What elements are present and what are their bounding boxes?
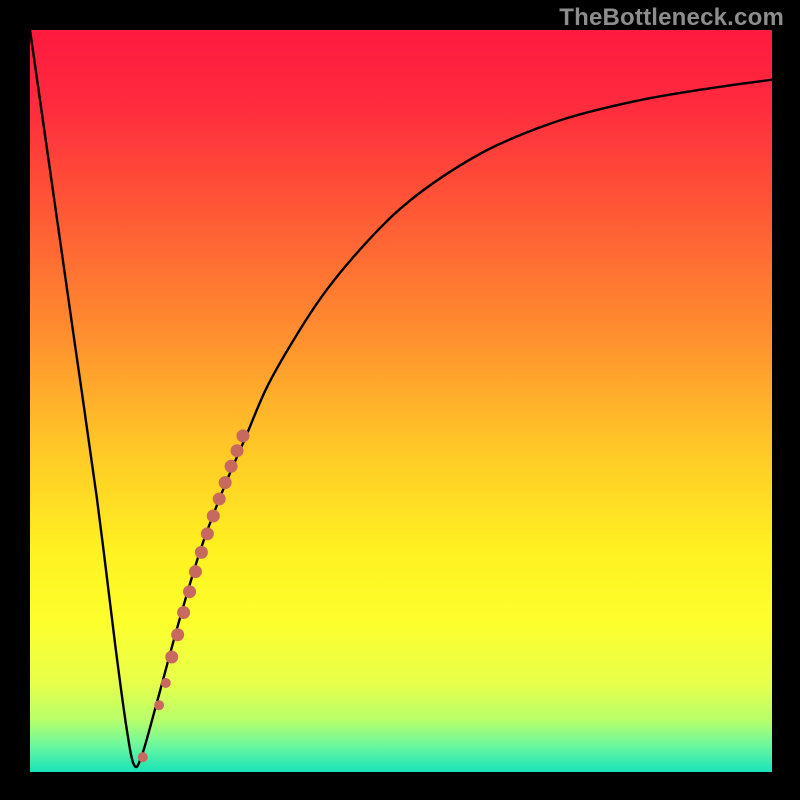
highlight-dot bbox=[207, 510, 220, 523]
watermark-text: TheBottleneck.com bbox=[559, 4, 784, 32]
highlight-dot bbox=[177, 606, 190, 619]
highlight-dot bbox=[213, 492, 226, 505]
highlight-dot bbox=[189, 565, 202, 578]
plot-area bbox=[30, 30, 772, 772]
highlight-dot bbox=[138, 752, 148, 762]
highlight-dot bbox=[231, 444, 244, 457]
highlight-dot bbox=[165, 650, 178, 663]
highlight-dot bbox=[171, 628, 184, 641]
highlight-dot bbox=[236, 429, 249, 442]
bottleneck-curve bbox=[30, 30, 772, 767]
highlight-dot bbox=[219, 476, 232, 489]
chart-frame: TheBottleneck.com bbox=[0, 0, 800, 800]
curve-layer bbox=[30, 30, 772, 772]
highlight-dot bbox=[183, 585, 196, 598]
highlight-dot bbox=[161, 678, 171, 688]
highlight-dot bbox=[195, 546, 208, 559]
highlight-dot bbox=[201, 527, 214, 540]
highlight-dot bbox=[154, 700, 164, 710]
highlight-dot bbox=[225, 460, 238, 473]
